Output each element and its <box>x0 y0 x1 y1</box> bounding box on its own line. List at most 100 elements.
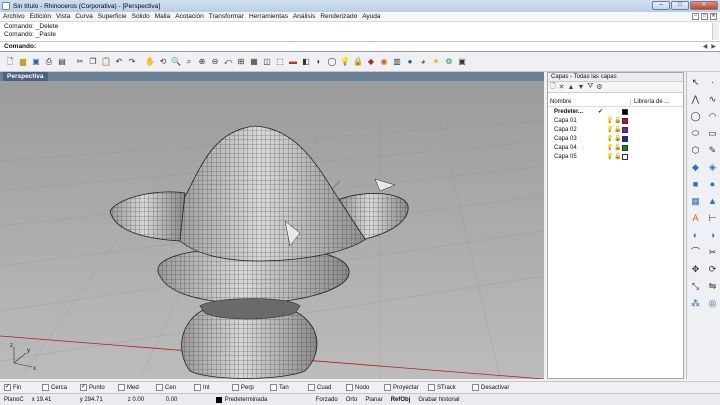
back-arrow-icon[interactable]: ◀ <box>703 43 708 50</box>
paste-icon[interactable]: 📋 <box>100 56 112 68</box>
sun-icon[interactable]: ☀ <box>430 56 442 68</box>
command-line[interactable]: Comando: ◀ ▶ <box>0 42 720 52</box>
properties-icon[interactable]: ▥ <box>391 56 403 68</box>
mesh-icon[interactable]: ▦ <box>688 193 703 208</box>
checkbox-icon[interactable] <box>472 384 479 391</box>
text-icon[interactable]: A <box>688 210 703 225</box>
checkbox-icon[interactable] <box>270 384 277 391</box>
toggle-forzado[interactable]: Forzado <box>312 397 342 403</box>
toggle-refobj[interactable]: RefObj <box>387 397 415 403</box>
maximize-button[interactable]: □ <box>671 1 689 10</box>
history-scrollbar[interactable] <box>712 23 719 40</box>
checkbox-icon[interactable] <box>384 384 391 391</box>
osnap-strack[interactable]: STrack <box>428 384 472 391</box>
rotate-view-icon[interactable]: ⟲ <box>157 56 169 68</box>
polygon-icon[interactable]: ⬡ <box>688 142 703 157</box>
osnap-fin[interactable]: ✓ Fin <box>4 384 42 391</box>
cplane-indicator[interactable]: PlanoC <box>0 397 28 403</box>
menu-transformar[interactable]: Transformar <box>209 13 244 20</box>
options-icon[interactable]: ⚙ <box>443 56 455 68</box>
layer-row[interactable]: Predeter... ✓ <box>548 107 683 116</box>
zoom-extents-icon[interactable]: ⊕ <box>196 56 208 68</box>
light-bulb-icon[interactable]: 💡 <box>606 135 614 142</box>
toggle-grabar-historial[interactable]: Grabar historial <box>414 397 463 403</box>
osnap-nodo[interactable]: Nodo <box>346 384 384 391</box>
new-layer-icon[interactable]: 🗋 <box>550 82 556 93</box>
surface-icon[interactable]: ◆ <box>688 159 703 174</box>
wireframe-sphere-icon[interactable]: ◯ <box>326 56 338 68</box>
column-name[interactable]: Nombre <box>550 99 630 105</box>
zoom-window-icon[interactable]: ⌕ <box>183 56 195 68</box>
light-bulb-icon[interactable]: 💡 <box>606 153 614 160</box>
osnap-int[interactable]: Int <box>194 384 232 391</box>
osnap-desactivar[interactable]: Desactivar <box>472 384 516 391</box>
layer-row[interactable]: Capa 04 💡 🔓 <box>548 143 683 152</box>
ellipse-icon[interactable]: ⬭ <box>688 125 703 140</box>
cplane-icon[interactable]: ◫ <box>261 56 273 68</box>
menu-solido[interactable]: Sólido <box>132 13 150 20</box>
lock-icon[interactable]: 🔒 <box>352 56 364 68</box>
osnap-proyectar[interactable]: Proyectar <box>384 384 428 391</box>
mesh-wire-icon[interactable]: ◧ <box>300 56 312 68</box>
menu-ayuda[interactable]: Ayuda <box>362 13 380 20</box>
circle-icon[interactable]: ◯ <box>688 108 703 123</box>
checkbox-icon[interactable] <box>194 384 201 391</box>
viewport-tab[interactable]: Perspectiva <box>0 72 544 81</box>
layer-settings-icon[interactable]: ⚙ <box>596 83 602 91</box>
light-bulb-icon[interactable]: 💡 <box>339 56 351 68</box>
osnap-tan[interactable]: Tan <box>270 384 308 391</box>
scale-icon[interactable]: ⤡ <box>688 278 703 293</box>
analyze-icon[interactable]: ◎ <box>705 295 720 310</box>
checkbox-icon[interactable]: ✓ <box>80 384 87 391</box>
cut-icon[interactable]: ✂ <box>74 56 86 68</box>
delete-layer-icon[interactable]: ✕ <box>559 83 565 91</box>
layer-row[interactable]: Capa 05 💡 🔓 <box>548 152 683 161</box>
undo-view-icon[interactable]: ⤺ <box>222 56 234 68</box>
lock-icon[interactable]: 🔓 <box>614 153 622 160</box>
array-icon[interactable]: ⁂ <box>688 295 703 310</box>
zoom-selected-icon[interactable]: ⊖ <box>209 56 221 68</box>
lock-icon[interactable]: 🔓 <box>614 126 622 133</box>
undo-icon[interactable]: ↶ <box>113 56 125 68</box>
layer-color-swatch[interactable] <box>622 108 628 115</box>
layer-icon[interactable]: ◆ <box>365 56 377 68</box>
mdi-close-button[interactable]: ✕ <box>710 13 717 20</box>
extrude-icon[interactable]: ▲ <box>705 193 720 208</box>
fillet-icon[interactable]: ⌒ <box>688 244 703 259</box>
layer-color-swatch[interactable] <box>622 117 628 124</box>
four-views-icon[interactable]: ⊞ <box>235 56 247 68</box>
osnap-cen[interactable]: Cen <box>156 384 194 391</box>
mdi-restore-button[interactable]: □ <box>701 13 708 20</box>
menu-superficie[interactable]: Superficie <box>98 13 127 20</box>
layer-color-swatch[interactable] <box>622 135 628 142</box>
grid-icon[interactable]: ▦ <box>248 56 260 68</box>
menu-vista[interactable]: Vista <box>56 13 70 20</box>
render-icon[interactable]: ● <box>404 56 416 68</box>
import-icon[interactable]: ▤ <box>56 56 68 68</box>
lock-icon[interactable]: 🔓 <box>614 144 622 151</box>
toggle-orto[interactable]: Orto <box>342 397 362 403</box>
menu-renderizado[interactable]: Renderizado <box>320 13 357 20</box>
free-curve-icon[interactable]: ✎ <box>705 142 720 157</box>
osnap-cerca[interactable]: Cerca <box>42 384 80 391</box>
select-arrow-icon[interactable]: ↖ <box>688 74 703 89</box>
minimize-button[interactable]: – <box>652 1 670 10</box>
dimension-icon[interactable]: ⊢ <box>705 210 720 225</box>
column-material[interactable]: Librería de ... <box>630 99 669 105</box>
toggle-planar[interactable]: Planar <box>361 397 386 403</box>
curve-icon[interactable]: ∿ <box>705 91 720 106</box>
color-wheel-icon[interactable]: ◉ <box>378 56 390 68</box>
checkbox-icon[interactable] <box>346 384 353 391</box>
lock-icon[interactable]: 🔓 <box>614 135 622 142</box>
layer-row[interactable]: Capa 03 💡 🔓 <box>548 134 683 143</box>
menu-curva[interactable]: Curva <box>75 13 92 20</box>
move-icon[interactable]: ✥ <box>688 261 703 276</box>
arc-icon[interactable]: ◠ <box>705 108 720 123</box>
checkbox-icon[interactable] <box>118 384 125 391</box>
perspective-viewport[interactable]: z x y <box>0 81 544 379</box>
layer-color-swatch[interactable] <box>622 153 628 160</box>
layer-color-swatch[interactable] <box>622 126 628 133</box>
rotate-icon[interactable]: ⟳ <box>705 261 720 276</box>
copy-icon[interactable]: ❐ <box>87 56 99 68</box>
osnap-punto[interactable]: ✓ Punto <box>80 384 118 391</box>
